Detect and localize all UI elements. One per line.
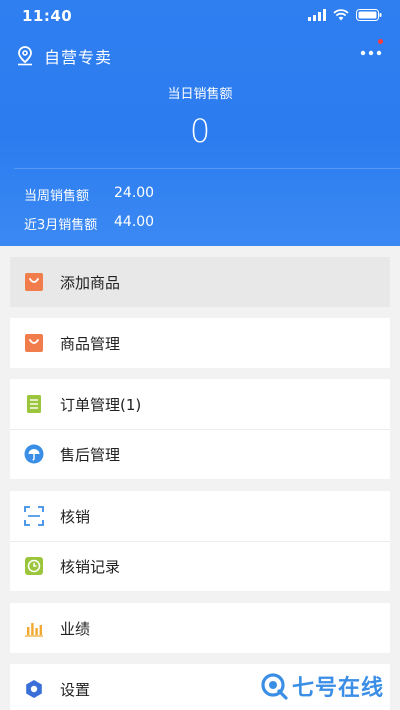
location-pin-icon <box>18 46 32 66</box>
menu-group-performance: 业绩 <box>10 603 390 653</box>
weekly-sales-value: 24.00 <box>114 185 155 201</box>
menu-item-order-management[interactable]: 订单管理(1) <box>10 379 390 429</box>
weekly-sales-label: 当周销售额 <box>24 189 90 204</box>
gear-icon <box>24 679 44 699</box>
menu-group-add: 添加商品 <box>10 257 390 307</box>
menu-label-verification-records: 核销记录 <box>60 557 121 576</box>
menu-label-add-product: 添加商品 <box>60 273 121 292</box>
wifi-icon <box>333 9 349 21</box>
weekly-sales-row: 当周销售额 24.00 <box>24 185 154 204</box>
menu-label-order-management: 订单管理(1) <box>60 395 142 414</box>
menu-item-performance[interactable]: 业绩 <box>10 603 390 653</box>
menu-group-orders: 订单管理(1) 售后管理 <box>10 379 390 479</box>
menu-item-add-product[interactable]: 添加商品 <box>10 257 390 307</box>
more-options-button[interactable] <box>358 38 384 64</box>
status-icons <box>308 9 382 21</box>
scan-icon <box>24 506 44 526</box>
header-divider <box>14 168 400 169</box>
quarter-sales-label: 近3月销售额 <box>24 218 98 233</box>
menu-label-settings: 设置 <box>60 680 91 699</box>
notification-dot <box>378 39 383 44</box>
shopping-bag-icon <box>24 272 44 292</box>
menu-item-verification[interactable]: 核销 <box>10 491 390 541</box>
watermark-text: 七号在线 <box>291 676 384 701</box>
menu-label-after-sales: 售后管理 <box>60 445 121 464</box>
shopping-bag-icon <box>24 333 44 353</box>
menu-item-verification-records[interactable]: 核销记录 <box>10 541 390 591</box>
cellular-signal-icon <box>308 9 326 21</box>
status-bar: 11:40 <box>0 0 400 34</box>
store-name: 自营专卖 <box>44 48 113 67</box>
menu-label-verification: 核销 <box>60 507 91 526</box>
menu-item-after-sales[interactable]: 售后管理 <box>10 429 390 479</box>
menu-label-product-management: 商品管理 <box>60 334 121 353</box>
order-list-icon <box>24 394 44 414</box>
site-watermark: 七号在线 <box>253 668 390 704</box>
watermark-logo-icon <box>261 673 288 700</box>
bar-chart-icon <box>24 618 44 638</box>
umbrella-icon <box>24 444 44 464</box>
daily-sales-label: 当日销售额 <box>167 87 233 102</box>
battery-icon <box>356 9 382 21</box>
menu-group-verification: 核销 核销记录 <box>10 491 390 591</box>
quarter-sales-value: 44.00 <box>114 214 155 230</box>
menu-item-product-management[interactable]: 商品管理 <box>10 318 390 368</box>
sales-header: 11:40 自营专卖 当日销售额 0 当周销售额 24.00 近3月销售额 44… <box>0 0 400 246</box>
status-time: 11:40 <box>22 7 73 25</box>
daily-sales-value: 0 <box>189 112 211 150</box>
menu-group-products: 商品管理 <box>10 318 390 368</box>
menu-label-performance: 业绩 <box>60 619 91 638</box>
clock-icon <box>24 556 44 576</box>
store-selector[interactable]: 自营专卖 <box>16 44 112 68</box>
quarter-sales-row: 近3月销售额 44.00 <box>24 214 154 233</box>
